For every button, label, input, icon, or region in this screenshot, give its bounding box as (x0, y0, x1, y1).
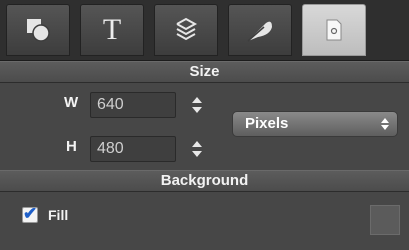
fill-label: Fill (48, 207, 69, 223)
fill-checkbox[interactable]: ✔ (22, 204, 38, 223)
height-stepper[interactable] (188, 136, 206, 162)
increment-arrow-icon (192, 97, 202, 103)
shapes-icon (27, 19, 50, 42)
layers-icon (176, 17, 198, 41)
width-input[interactable]: 640 (90, 92, 176, 118)
height-label: H (66, 138, 77, 155)
height-input[interactable]: 480 (90, 136, 176, 162)
unit-select-value: Pixels (245, 115, 289, 132)
tab-layers[interactable] (154, 4, 218, 56)
inspector-tab-bar: T (0, 0, 409, 61)
document-gear-icon (326, 19, 342, 41)
unit-select[interactable]: Pixels (232, 111, 398, 137)
decrement-arrow-icon (192, 107, 202, 113)
fill-color-swatch[interactable] (370, 205, 400, 235)
section-header-background: Background (0, 170, 409, 192)
width-label: W (64, 94, 79, 111)
text-icon: T (102, 13, 122, 46)
tab-effects[interactable] (228, 4, 292, 56)
tab-document[interactable] (302, 4, 366, 56)
tab-text[interactable]: T (80, 4, 144, 56)
decrement-arrow-icon (192, 151, 202, 157)
increment-arrow-icon (192, 141, 202, 147)
inspector-panel: T Size W 640 H 480 Pixels Background ✔ F… (0, 0, 409, 250)
checkmark-icon: ✔ (23, 204, 38, 223)
feather-icon (247, 21, 272, 42)
tab-shapes[interactable] (6, 4, 70, 56)
width-stepper[interactable] (188, 92, 206, 118)
section-header-size: Size (0, 61, 409, 83)
select-arrows-icon (377, 116, 393, 132)
